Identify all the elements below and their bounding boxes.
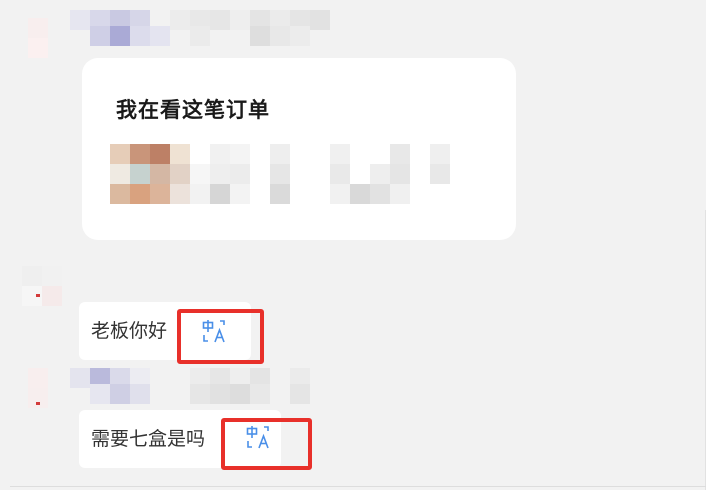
sender-header-blurred — [22, 10, 352, 58]
sender-header-blurred — [22, 368, 322, 414]
highlight-box — [177, 309, 264, 364]
chat-window: 我在看这笔订单 老板你好 需要七盒是吗 — [0, 0, 706, 490]
order-card[interactable]: 我在看这笔订单 — [82, 58, 516, 240]
divider — [10, 486, 706, 487]
order-card-title: 我在看这笔订单 — [116, 98, 270, 122]
product-description-blurred — [190, 144, 450, 204]
chat-message-text: 老板你好 — [91, 320, 168, 342]
product-thumbnail — [110, 144, 190, 204]
highlight-box — [221, 418, 312, 470]
chat-message-text: 需要七盒是吗 — [91, 428, 206, 450]
sender-avatar-blurred — [22, 266, 66, 306]
